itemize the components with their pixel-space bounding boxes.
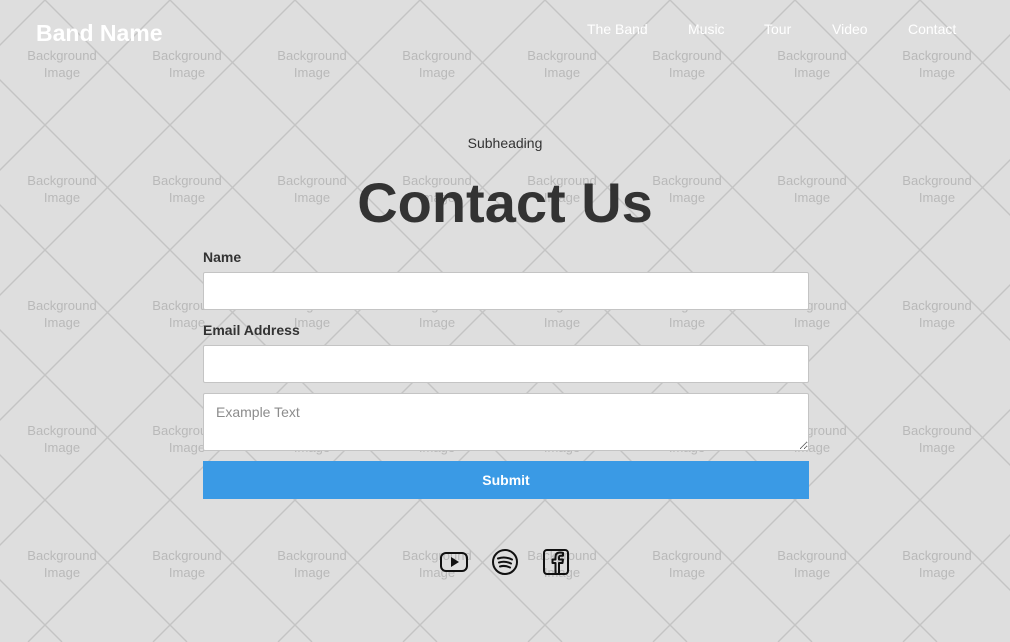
background-placeholder-line2: Image: [918, 440, 956, 455]
background-placeholder-line1: Background: [27, 298, 97, 313]
background-placeholder-line1: Background: [652, 548, 722, 563]
nav-item-contact[interactable]: Contact: [908, 21, 956, 37]
background-placeholder-line1: Background: [277, 48, 347, 63]
background-placeholder-line1: Background: [27, 48, 97, 63]
background-placeholder-line2: Image: [43, 440, 81, 455]
background-placeholder-label: Background Image: [132, 47, 242, 81]
background-placeholder-label: Background Image: [882, 547, 992, 581]
background-placeholder-line2: Image: [918, 315, 956, 330]
nav-item-tour[interactable]: Tour: [764, 21, 832, 37]
background-placeholder-line2: Image: [43, 565, 81, 580]
band-name-logo[interactable]: Band Name: [36, 20, 163, 47]
background-placeholder-line1: Background: [402, 48, 472, 63]
background-placeholder-label: Background Image: [257, 547, 367, 581]
background-placeholder-label: Background Image: [7, 422, 117, 456]
background-placeholder-line2: Image: [668, 315, 706, 330]
nav-item-the-band[interactable]: The Band: [587, 21, 688, 37]
page-title: Contact Us: [357, 171, 653, 234]
background-placeholder-line2: Image: [418, 65, 456, 80]
background-placeholder-label: Background Image: [132, 547, 242, 581]
background-placeholder-line2: Image: [168, 565, 206, 580]
background-placeholder-label: Background Image: [632, 47, 742, 81]
background-placeholder-label: Background Image: [382, 47, 492, 81]
background-placeholder-line2: Image: [43, 315, 81, 330]
email-field[interactable]: [203, 345, 809, 383]
youtube-icon[interactable]: [438, 546, 470, 578]
facebook-icon[interactable]: [540, 546, 572, 578]
background-placeholder-line1: Background: [652, 48, 722, 63]
background-placeholder-line1: Background: [152, 548, 222, 563]
name-field[interactable]: [203, 272, 809, 310]
submit-button[interactable]: Submit: [203, 461, 809, 499]
background-placeholder-line1: Background: [277, 548, 347, 563]
name-label: Name: [203, 249, 242, 265]
background-placeholder-label: Background Image: [882, 297, 992, 331]
background-placeholder-line1: Background: [902, 48, 972, 63]
background-placeholder-label: Background Image: [757, 547, 867, 581]
background-placeholder-line2: Image: [918, 65, 956, 80]
background-placeholder-label: Background Image: [507, 47, 617, 81]
background-placeholder-label: Background Image: [757, 47, 867, 81]
background-placeholder-line1: Background: [27, 548, 97, 563]
background-placeholder-line1: Background: [902, 423, 972, 438]
background-placeholder-line2: Image: [543, 315, 581, 330]
background-placeholder-label: Background Image: [7, 297, 117, 331]
background-placeholder-line2: Image: [43, 65, 81, 80]
background-placeholder-line1: Background: [152, 48, 222, 63]
spotify-icon[interactable]: [489, 546, 521, 578]
background-placeholder-label: Background Image: [882, 422, 992, 456]
background-placeholder-label: Background Image: [7, 547, 117, 581]
background-placeholder-line1: Background: [777, 48, 847, 63]
email-label: Email Address: [203, 322, 300, 338]
background-placeholder-line2: Image: [793, 65, 831, 80]
subheading: Subheading: [467, 135, 543, 151]
social-links: [438, 546, 572, 578]
background-placeholder-line2: Image: [293, 65, 331, 80]
background-placeholder-label: Background Image: [882, 47, 992, 81]
background-placeholder-label: Background Image: [632, 547, 742, 581]
background-placeholder-line2: Image: [418, 315, 456, 330]
background-placeholder-line2: Image: [293, 565, 331, 580]
background-placeholder-label: Background Image: [257, 47, 367, 81]
background-placeholder-label: Background Image: [7, 47, 117, 81]
background-placeholder-line1: Background: [902, 298, 972, 313]
message-field[interactable]: [203, 393, 809, 451]
background-placeholder-line2: Image: [668, 65, 706, 80]
nav-item-video[interactable]: Video: [832, 21, 908, 37]
background-placeholder-line1: Background: [777, 548, 847, 563]
nav-item-music[interactable]: Music: [688, 21, 764, 37]
background-placeholder-line2: Image: [793, 565, 831, 580]
background-placeholder-line1: Background: [902, 548, 972, 563]
main-nav: The Band Music Tour Video Contact: [587, 21, 956, 37]
background-placeholder-line2: Image: [793, 315, 831, 330]
background-placeholder-line1: Background: [527, 48, 597, 63]
background-placeholder-line2: Image: [168, 65, 206, 80]
background-placeholder-line2: Image: [918, 565, 956, 580]
background-placeholder-line2: Image: [668, 565, 706, 580]
background-placeholder-line1: Background: [27, 423, 97, 438]
background-placeholder-line2: Image: [543, 65, 581, 80]
